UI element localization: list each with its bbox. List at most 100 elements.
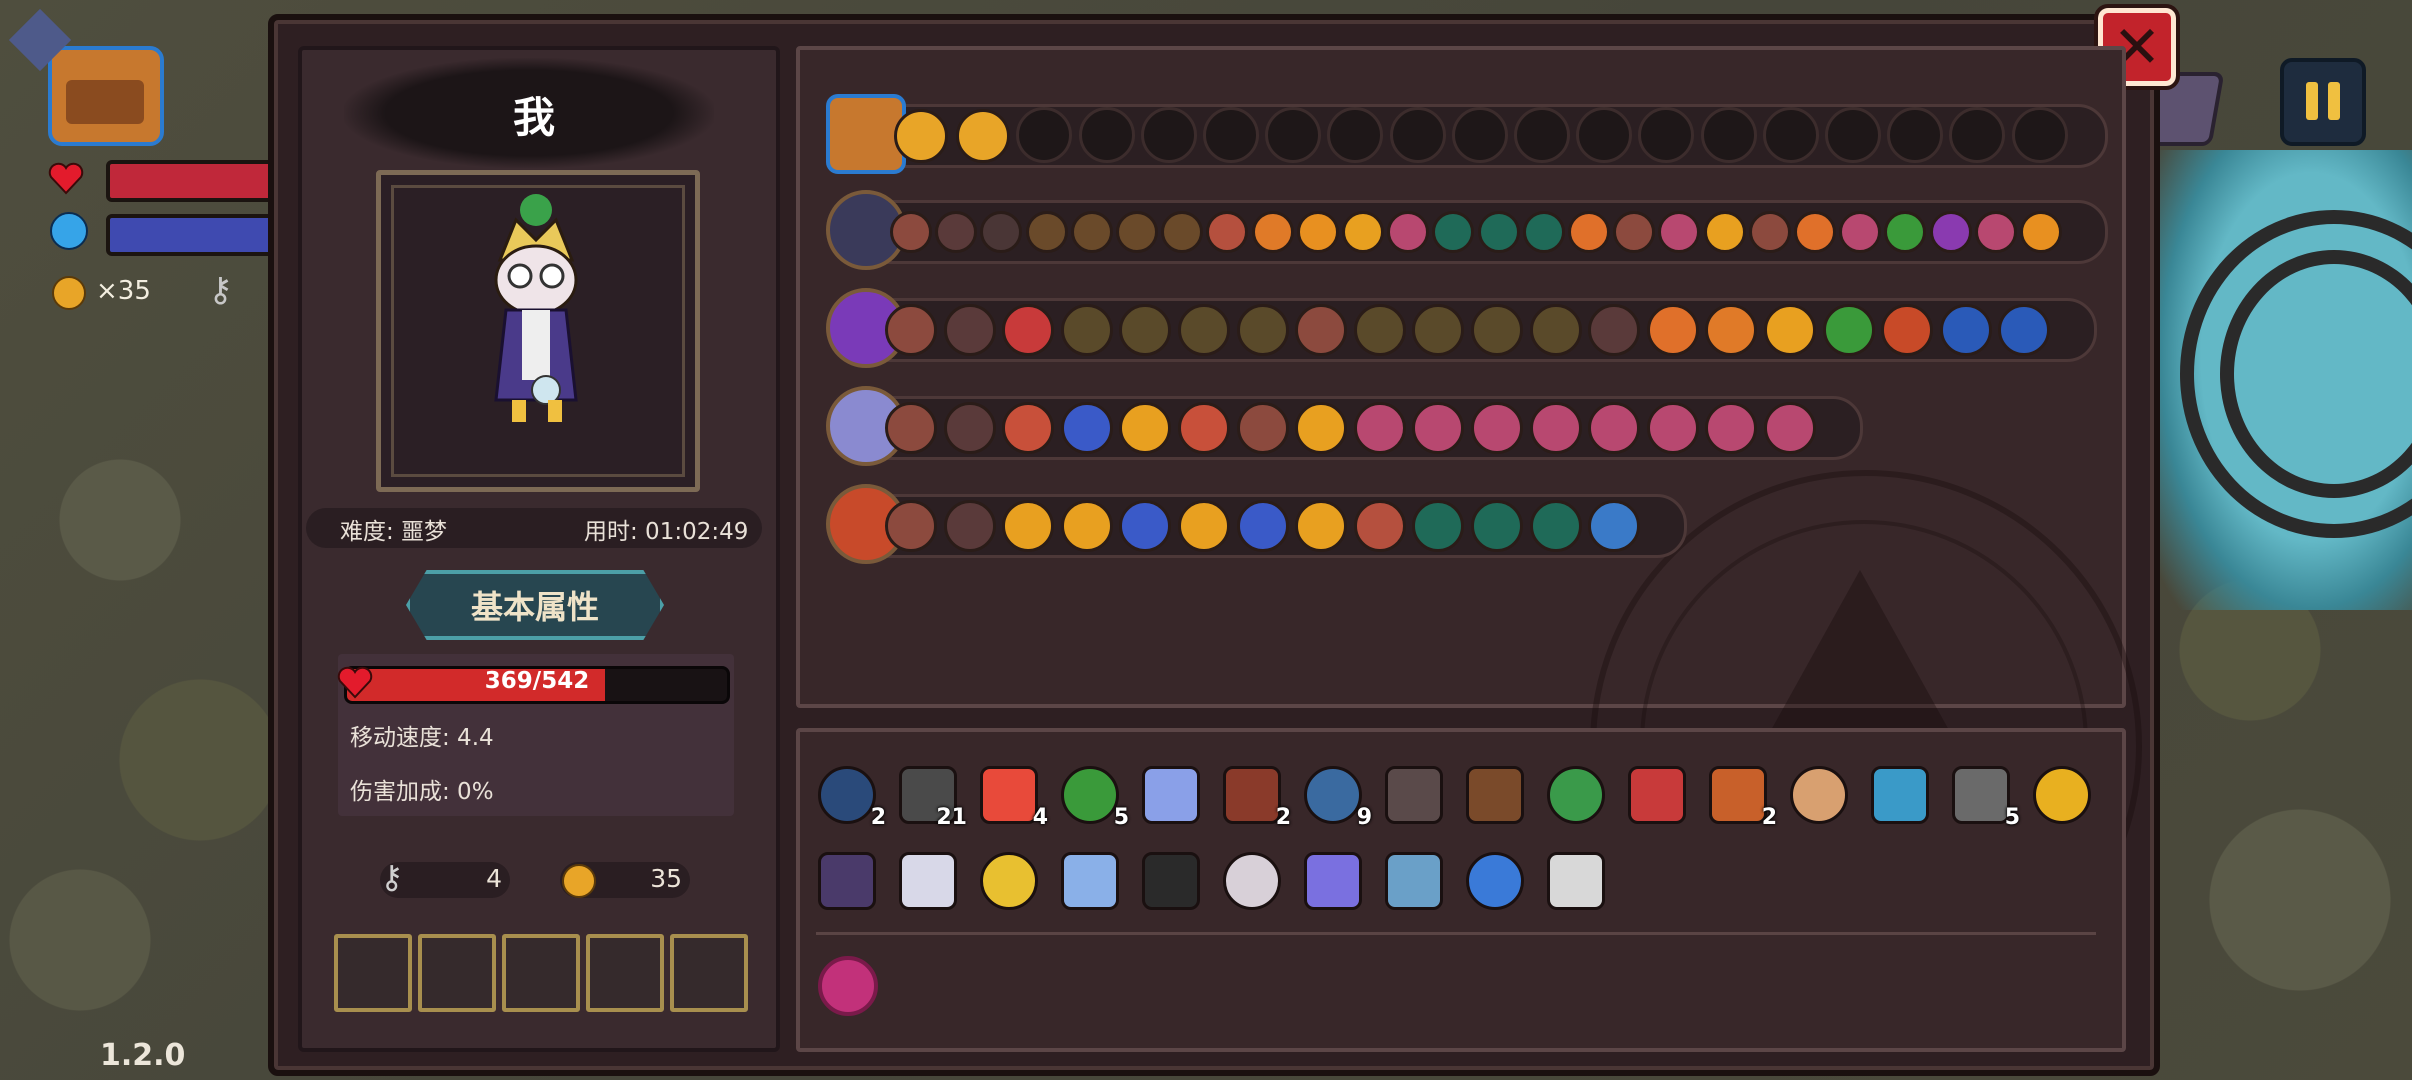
gem-arrow-up[interactable] <box>1342 211 1384 253</box>
gem-sword[interactable] <box>1998 304 2051 356</box>
gem-flower[interactable] <box>1588 402 1641 454</box>
gem-fire[interactable] <box>1025 211 1068 253</box>
gem-target[interactable] <box>1705 304 1758 356</box>
gem-ghost[interactable] <box>943 402 996 454</box>
fire-arrow-icon[interactable]: 2 <box>1703 760 1777 830</box>
gem-fire[interactable] <box>1116 211 1158 253</box>
gem-signal[interactable] <box>1178 304 1230 356</box>
arrow-icon[interactable]: 21 <box>893 760 967 830</box>
gem-fist[interactable] <box>885 304 937 356</box>
empty-gem-slot[interactable] <box>2011 107 2068 163</box>
gem-fist[interactable] <box>1613 211 1656 253</box>
empty-gem-slot[interactable] <box>1514 107 1570 163</box>
empty-slot[interactable] <box>670 934 748 1012</box>
gem-claw[interactable] <box>1794 211 1836 253</box>
golden-fist-icon[interactable] <box>2027 760 2091 824</box>
empty-slot[interactable] <box>418 934 496 1012</box>
gem-ghost[interactable] <box>943 304 996 356</box>
gem-flower[interactable] <box>1974 211 2017 253</box>
lotus-icon[interactable] <box>1136 760 1200 824</box>
empty-gem-slot[interactable] <box>1887 107 1944 163</box>
gem-flower[interactable] <box>1471 402 1523 454</box>
hook-icon[interactable] <box>1379 760 1443 824</box>
gem-flower[interactable] <box>1839 211 1882 253</box>
gem-pause-icon[interactable] <box>956 109 1011 163</box>
pause-button[interactable] <box>2280 58 2366 146</box>
gem-diamond[interactable] <box>1119 500 1172 552</box>
gem-crate[interactable] <box>1353 500 1406 552</box>
gem-flower[interactable] <box>1529 402 1582 454</box>
gem-burst[interactable] <box>1178 402 1230 454</box>
gem-wing[interactable] <box>1296 211 1339 253</box>
empty-gem-slot[interactable] <box>1638 107 1695 163</box>
ice-arrow-icon[interactable] <box>1865 760 1929 824</box>
gem-lightning[interactable] <box>1929 211 1972 253</box>
gem-signal[interactable] <box>1471 304 1523 356</box>
gem-signal[interactable] <box>1236 304 1289 356</box>
gem-emerald[interactable] <box>1477 211 1520 253</box>
empty-slot[interactable] <box>586 934 664 1012</box>
empty-gem-slot[interactable] <box>1762 107 1819 163</box>
gem-signal[interactable] <box>1353 304 1406 356</box>
glasses-icon[interactable] <box>1541 846 1605 910</box>
empty-gem-slot[interactable] <box>1203 107 1259 163</box>
gem-flower[interactable] <box>1705 402 1758 454</box>
cross-arrow-icon[interactable]: 5 <box>1946 760 2020 830</box>
gem-burst[interactable] <box>1002 402 1055 454</box>
gem-arrow-up[interactable] <box>1703 211 1746 253</box>
gem-signal[interactable] <box>1060 304 1113 356</box>
empty-gem-slot[interactable] <box>1016 107 1073 163</box>
gem-slash[interactable] <box>1881 304 1934 356</box>
gem-arrow-up[interactable] <box>1764 304 1816 356</box>
magnifier-icon[interactable] <box>1379 846 1443 910</box>
cloak-icon[interactable] <box>812 846 876 910</box>
crate-icon[interactable]: 2 <box>1217 760 1291 830</box>
gem-diamond[interactable] <box>1060 402 1113 454</box>
empty-gem-slot[interactable] <box>1825 107 1881 163</box>
gem-claw[interactable] <box>1646 304 1699 356</box>
empty-gem-slot[interactable] <box>1389 107 1446 163</box>
gem-fire[interactable] <box>1161 211 1204 253</box>
skull-cage-icon[interactable] <box>1217 846 1281 910</box>
empty-slot[interactable] <box>334 934 412 1012</box>
rainbow-cape-icon[interactable] <box>1460 846 1524 910</box>
gem-signal[interactable] <box>1412 304 1465 356</box>
spring-icon[interactable] <box>1298 846 1362 910</box>
gem-fist[interactable] <box>885 402 937 454</box>
empty-gem-slot[interactable] <box>1700 107 1757 163</box>
gem-emerald[interactable] <box>1529 500 1582 552</box>
gem-fist[interactable] <box>885 500 937 552</box>
empty-gem-slot[interactable] <box>1451 107 1508 163</box>
gem-wave[interactable] <box>1588 500 1641 552</box>
empty-gem-slot[interactable] <box>1265 107 1322 163</box>
inventory-chest-icon[interactable] <box>48 46 164 146</box>
gem-skull[interactable] <box>1822 304 1875 356</box>
gem-flower[interactable] <box>1353 402 1406 454</box>
gem-sun[interactable] <box>1002 500 1055 552</box>
green-arrow-icon[interactable]: 5 <box>1055 760 1129 830</box>
gem-target[interactable] <box>1251 211 1294 253</box>
gem-sun[interactable] <box>1178 500 1230 552</box>
gem-claw[interactable] <box>1568 211 1610 253</box>
gem-sun[interactable] <box>1119 402 1172 454</box>
gem-heart-icon[interactable] <box>894 109 948 163</box>
clover-icon[interactable] <box>1541 760 1605 824</box>
gem-emerald[interactable] <box>1522 211 1565 253</box>
gem-fist[interactable] <box>1236 402 1289 454</box>
gem-diamond[interactable] <box>1236 500 1289 552</box>
empty-gem-slot[interactable] <box>1949 107 2006 163</box>
gem-chevron[interactable] <box>1295 500 1348 552</box>
gem-signal[interactable] <box>1529 304 1582 356</box>
gem-sword[interactable] <box>1939 304 1992 356</box>
triple-arrow-icon[interactable]: 9 <box>1298 760 1372 830</box>
gem-flower[interactable] <box>1764 402 1816 454</box>
empty-gem-slot[interactable] <box>1140 107 1197 163</box>
ear-icon[interactable] <box>1784 760 1848 824</box>
gem-emerald[interactable] <box>1412 500 1465 552</box>
gem-flower[interactable] <box>1646 402 1699 454</box>
empty-slot[interactable] <box>502 934 580 1012</box>
gem-spiral[interactable] <box>1002 304 1055 356</box>
crystal-heart-icon[interactable] <box>1055 846 1119 910</box>
gem-sun[interactable] <box>1295 402 1348 454</box>
crown-icon[interactable] <box>974 846 1038 910</box>
